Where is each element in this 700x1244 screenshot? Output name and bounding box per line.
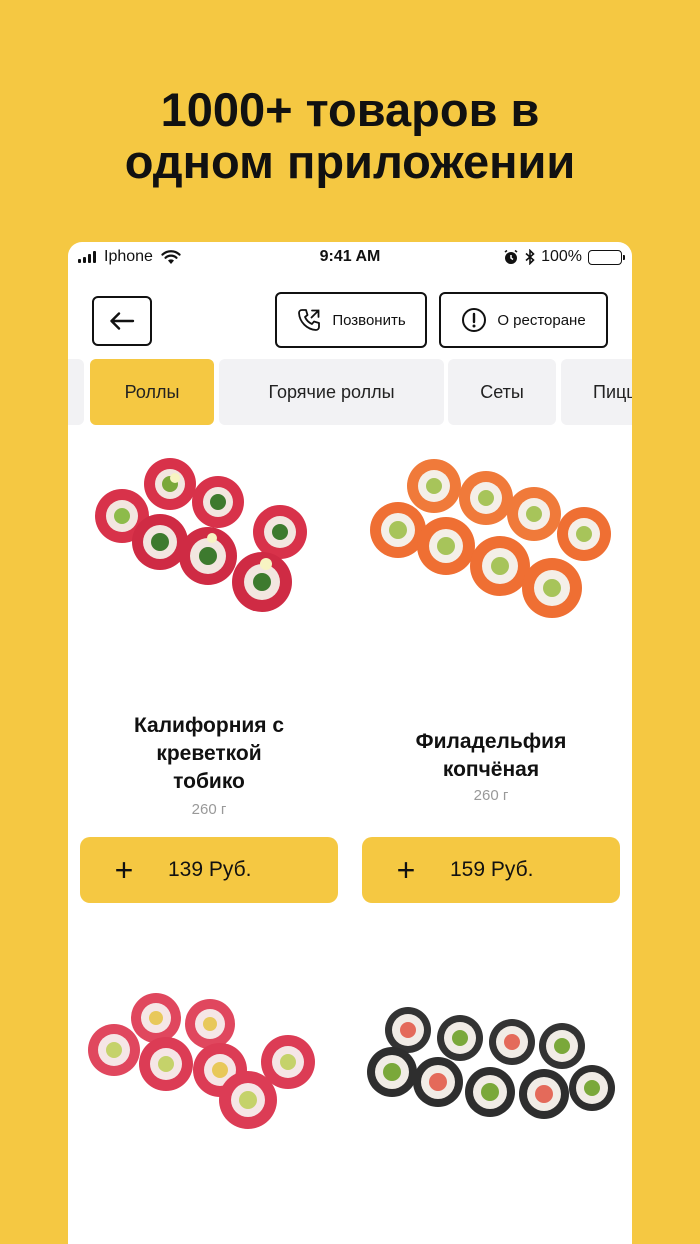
category-tabs: Роллы Горячие роллы Сеты Пицца <box>68 359 632 425</box>
product-name: Калифорния с креветкой тобико <box>80 712 338 796</box>
product-weight: 260 г <box>191 801 227 818</box>
product-name-line: креветкой <box>156 742 262 765</box>
product-name-line: тобико <box>173 770 245 793</box>
tab-label: Горячие роллы <box>268 381 395 402</box>
tab-sets[interactable]: Сеты <box>448 359 556 425</box>
add-to-cart-button[interactable]: + 139 Руб. <box>80 837 338 903</box>
plus-icon: + <box>396 852 416 888</box>
tab-label: Сеты <box>480 381 524 402</box>
product-card[interactable] <box>362 1002 620 1202</box>
tab-pizza[interactable]: Пицца <box>561 359 632 425</box>
call-button[interactable]: Позвонить <box>275 292 427 348</box>
promo-headline: 1000+ товаров в одном приложении <box>0 84 700 188</box>
product-name-line: копчёная <box>442 758 540 781</box>
tab-rolls[interactable]: Роллы <box>90 359 214 425</box>
add-to-cart-button[interactable]: + 159 Руб. <box>362 837 620 903</box>
back-button[interactable] <box>92 296 152 346</box>
product-name-line: Филадельфия <box>415 730 567 753</box>
product-name: Филадельфия копчёная <box>362 728 620 784</box>
phone-screen: Iphone 9:41 AM 100% Позвонить О ресторан… <box>68 242 632 1244</box>
about-button-label: О ресторане <box>497 311 586 329</box>
product-price: 159 Руб. <box>450 858 534 881</box>
promo-line-2: одном приложении <box>124 135 576 188</box>
product-card[interactable] <box>80 988 338 1198</box>
about-restaurant-button[interactable]: О ресторане <box>439 292 608 348</box>
product-image-tobiko-roll <box>88 993 315 1129</box>
bluetooth-icon <box>525 249 535 265</box>
info-icon <box>462 308 487 332</box>
product-image-california-roll <box>95 458 307 612</box>
product-price: 139 Руб. <box>168 858 252 881</box>
tab-label: Пицца <box>593 381 632 402</box>
product-image-nori-roll <box>367 1007 615 1119</box>
status-bar: Iphone 9:41 AM 100% <box>68 242 632 272</box>
tab-label: Роллы <box>124 381 180 402</box>
promo-line-1: 1000+ товаров в <box>160 83 540 136</box>
phone-call-icon <box>298 309 321 331</box>
product-image-philadelphia-roll <box>370 459 611 618</box>
call-button-label: Позвонить <box>332 311 406 329</box>
battery-percent: 100% <box>541 248 582 265</box>
product-weight: 260 г <box>473 787 509 804</box>
product-card[interactable]: Филадельфия копчёная 260 г + 159 Руб. <box>362 454 620 904</box>
tab-leading-partial[interactable] <box>68 359 84 425</box>
tab-hot-rolls[interactable]: Горячие роллы <box>219 359 444 425</box>
product-card[interactable]: Калифорния с креветкой тобико 260 г + 13… <box>80 454 338 904</box>
alarm-icon <box>504 249 518 264</box>
arrow-left-icon <box>110 312 135 330</box>
battery-icon <box>588 249 625 265</box>
top-bar: Позвонить О ресторане <box>68 292 632 350</box>
product-name-line: Калифорния с <box>133 714 285 737</box>
plus-icon: + <box>114 852 134 888</box>
